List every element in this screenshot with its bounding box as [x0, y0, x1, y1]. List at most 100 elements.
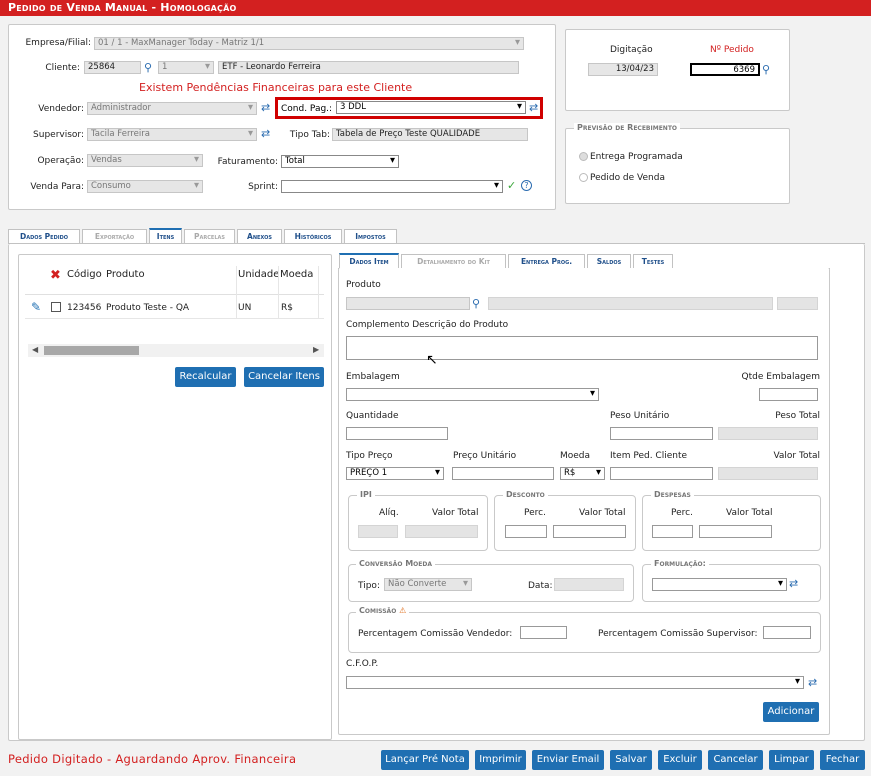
perc-supervisor-field[interactable] [763, 626, 811, 639]
cancelar-button[interactable]: Cancelar [708, 750, 763, 770]
supervisor-select[interactable]: Tacila Ferreira [87, 128, 257, 141]
vendapara-select[interactable]: Consumo [87, 180, 203, 193]
refresh-icon[interactable]: ⇄ [529, 102, 538, 113]
row-unidade: UN [238, 303, 252, 313]
comissao-title: Comissão [359, 606, 397, 615]
tipotab-label: Tipo Tab: [289, 130, 330, 140]
peso-unitario-label: Peso Unitário [610, 411, 670, 421]
col-divider [318, 266, 319, 318]
radio-pedido[interactable] [579, 173, 588, 182]
operacao-select[interactable]: Vendas [87, 154, 203, 167]
scroll-left-icon[interactable]: ◀ [32, 345, 38, 354]
delete-all-icon[interactable]: ✖ [50, 268, 61, 283]
desc-perc-field[interactable] [505, 525, 547, 538]
desconto-fieldset [494, 495, 636, 551]
valor-total-field [718, 467, 818, 480]
qtde-embalagem-label: Qtde Embalagem [741, 372, 820, 382]
cfop-label: C.F.O.P. [346, 659, 379, 669]
item-ped-cliente-label: Item Ped. Cliente [610, 451, 688, 461]
produto-code-field[interactable] [346, 297, 470, 310]
scroll-right-icon[interactable]: ▶ [313, 345, 319, 354]
digitacao-label: Digitação [610, 45, 653, 55]
preco-unitario-field[interactable] [452, 467, 554, 480]
tab-dados-item[interactable]: Dados Item [339, 253, 399, 268]
cliente-seq-select[interactable]: 1 [158, 61, 214, 74]
fechar-button[interactable]: Fechar [820, 750, 865, 770]
horizontal-scrollbar[interactable]: ◀ ▶ [28, 344, 324, 357]
pendencias-warning: Existem Pendências Financeiras para este… [139, 81, 413, 94]
embalagem-select[interactable] [346, 388, 599, 401]
desp-perc-field[interactable] [652, 525, 693, 538]
peso-unitario-field[interactable] [610, 427, 713, 440]
enviar-email-button[interactable]: Enviar Email [532, 750, 604, 770]
refresh-icon[interactable]: ⇄ [261, 128, 270, 139]
faturamento-label: Faturamento: [217, 157, 278, 167]
despesas-legend: Despesas [651, 490, 694, 499]
quantidade-field[interactable] [346, 427, 448, 440]
limpar-button[interactable]: Limpar [769, 750, 814, 770]
vendedor-select[interactable]: Administrador [87, 102, 257, 115]
lancar-pre-nota-button[interactable]: Lançar Pré Nota [381, 750, 469, 770]
quantidade-label: Quantidade [346, 411, 399, 421]
qtde-embalagem-field[interactable] [759, 388, 818, 401]
previsao-title: Previsão de Recebimento [574, 123, 681, 132]
peso-total-field [718, 427, 818, 440]
cliente-code-field[interactable]: 25864 [84, 61, 141, 74]
formulacao-select[interactable] [652, 578, 787, 591]
empresa-select[interactable]: 01 / 1 - MaxManager Today - Matriz 1/1 [94, 37, 524, 50]
item-ped-cliente-field[interactable] [610, 467, 713, 480]
refresh-icon[interactable]: ⇄ [789, 578, 798, 589]
excluir-button[interactable]: Excluir [658, 750, 702, 770]
npedido-field[interactable]: 6369 [690, 63, 760, 76]
row-checkbox[interactable] [51, 302, 61, 312]
refresh-icon[interactable]: ⇄ [808, 677, 817, 688]
tab-historicos[interactable]: Históricos [284, 229, 342, 243]
faturamento-select[interactable]: Total [281, 155, 399, 168]
condpag-select[interactable]: 3 DDL [336, 101, 526, 114]
ipi-valor-field [405, 525, 478, 538]
desp-valor-field[interactable] [699, 525, 772, 538]
complemento-label: Complemento Descrição do Produto [346, 320, 509, 330]
tipo-preco-select[interactable]: PREÇO 1 [346, 467, 444, 480]
search-icon[interactable]: ⚲ [472, 298, 480, 309]
scroll-thumb[interactable] [44, 346, 139, 355]
perc-vendedor-field[interactable] [520, 626, 567, 639]
ipi-legend: IPI [357, 490, 375, 499]
tab-anexos[interactable]: Anexos [237, 229, 282, 243]
tab-dados-pedido[interactable]: Dados Pedido [8, 229, 80, 243]
cfop-select[interactable] [346, 676, 804, 689]
moeda-select[interactable]: R$ [560, 467, 605, 480]
cancelar-itens-button[interactable]: Cancelar Itens [244, 367, 324, 387]
comissao-legend: Comissão ⚠ [356, 606, 410, 615]
search-icon[interactable]: ⚲ [762, 64, 770, 75]
salvar-button[interactable]: Salvar [610, 750, 652, 770]
perc-vendedor-label: Percentagem Comissão Vendedor: [358, 629, 513, 639]
tab-impostos[interactable]: Impostos [344, 229, 397, 243]
row-codigo: 123456 [67, 303, 102, 313]
tab-detalhamento-kit[interactable]: Detalhamento do Kit [401, 254, 506, 268]
col-divider [236, 266, 237, 318]
complemento-textarea[interactable] [346, 336, 818, 360]
produto-extra-field [777, 297, 818, 310]
tab-saldos[interactable]: Saldos [587, 254, 631, 268]
tab-exportacao[interactable]: Exportação [82, 229, 147, 243]
tab-testes[interactable]: Testes [633, 254, 673, 268]
warning-icon: ⚠ [399, 606, 407, 615]
embalagem-label: Embalagem [346, 372, 400, 382]
cliente-name-field: ETF - Leonardo Ferreira [218, 61, 519, 74]
tipo-select[interactable]: Não Converte [384, 578, 472, 591]
tab-entrega-prog[interactable]: Entrega Prog. [508, 254, 585, 268]
search-icon[interactable]: ⚲ [144, 62, 152, 73]
tab-itens[interactable]: Itens [149, 228, 182, 243]
conversao-legend: Conversão Moeda [356, 559, 435, 568]
radio-entrega[interactable] [579, 152, 588, 161]
adicionar-button[interactable]: Adicionar [763, 702, 819, 722]
sprint-select[interactable] [281, 180, 503, 193]
recalcular-button[interactable]: Recalcular [175, 367, 236, 387]
help-icon[interactable]: ? [521, 180, 532, 191]
desc-valor-field[interactable] [553, 525, 626, 538]
edit-icon[interactable]: ✎ [31, 300, 41, 314]
tab-parcelas[interactable]: Parcelas [184, 229, 235, 243]
refresh-icon[interactable]: ⇄ [261, 102, 270, 113]
imprimir-button[interactable]: Imprimir [475, 750, 526, 770]
